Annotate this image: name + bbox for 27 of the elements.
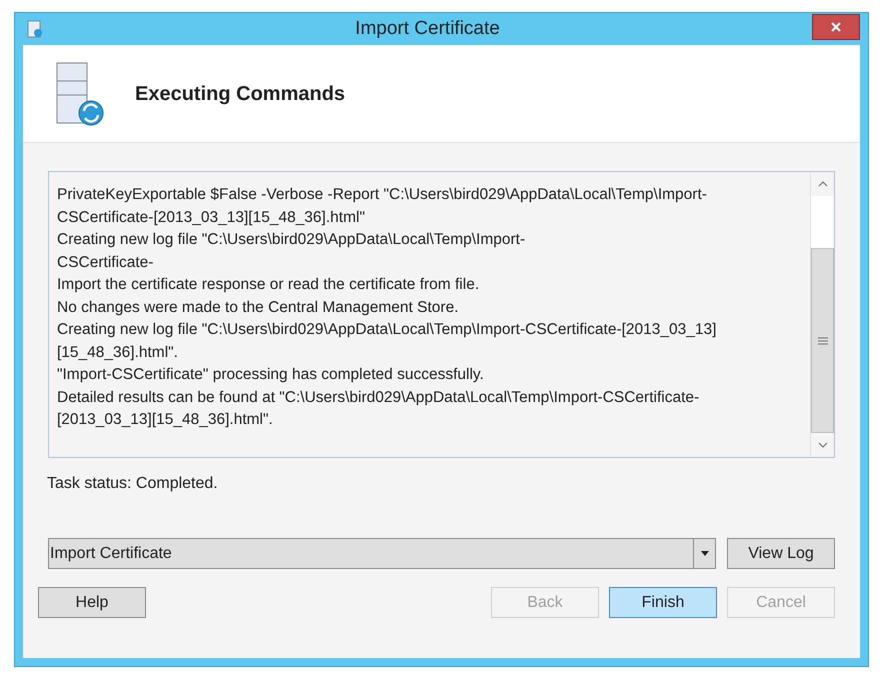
window-title: Import Certificate bbox=[354, 16, 501, 41]
log-line: CSCertificate- bbox=[57, 252, 154, 272]
chevron-up-icon bbox=[818, 181, 828, 187]
log-line: No changes were made to the Central Management Store. bbox=[57, 298, 460, 318]
chevron-down-icon bbox=[818, 442, 828, 448]
log-line: Detailed results can be found at "C:\Users\bird029\AppData\Local\Temp\Import-CSCertificate- bbox=[57, 388, 700, 408]
log-line: CSCertificate-[2013_03_13][15_48_36].html" bbox=[57, 208, 366, 228]
app-icon bbox=[27, 20, 43, 38]
close-icon bbox=[831, 22, 841, 32]
caret-icon bbox=[700, 551, 708, 556]
grip-icon bbox=[818, 336, 828, 344]
scrollbar-thumb[interactable] bbox=[811, 248, 834, 433]
log-line: [15_48_36].html". bbox=[57, 342, 179, 362]
task-dropdown[interactable]: Import Certificate bbox=[48, 538, 716, 569]
log-line: [2013_03_13][15_48_36].html". bbox=[57, 410, 274, 430]
dialog-button[interactable]: Finish bbox=[609, 587, 717, 618]
log-line: Creating new log file "C:\Users\bird029\AppData\Local\Temp\Import-CSCertificate-[2013_03_13] bbox=[57, 320, 718, 340]
dropdown-value: Import Certificate bbox=[49, 544, 173, 564]
log-line: Import the certificate response or read the certificate from file. bbox=[57, 275, 480, 295]
dialog-button[interactable]: Help bbox=[38, 587, 146, 618]
close-button[interactable] bbox=[812, 14, 860, 40]
log-line: "Import-CSCertificate" processing has completed successfully. bbox=[57, 365, 485, 385]
view-log-button[interactable]: View Log bbox=[727, 538, 835, 569]
log-line: PrivateKeyExportable $False -Verbose -Report "C:\Users\bird029\AppData\Local\Temp\Import- bbox=[57, 185, 708, 205]
log-line: Creating new log file "C:\Users\bird029\AppData\Local\Temp\Import- bbox=[57, 230, 526, 250]
page-heading: Executing Commands bbox=[135, 82, 346, 106]
task-status: Task status: Completed. bbox=[47, 474, 219, 494]
